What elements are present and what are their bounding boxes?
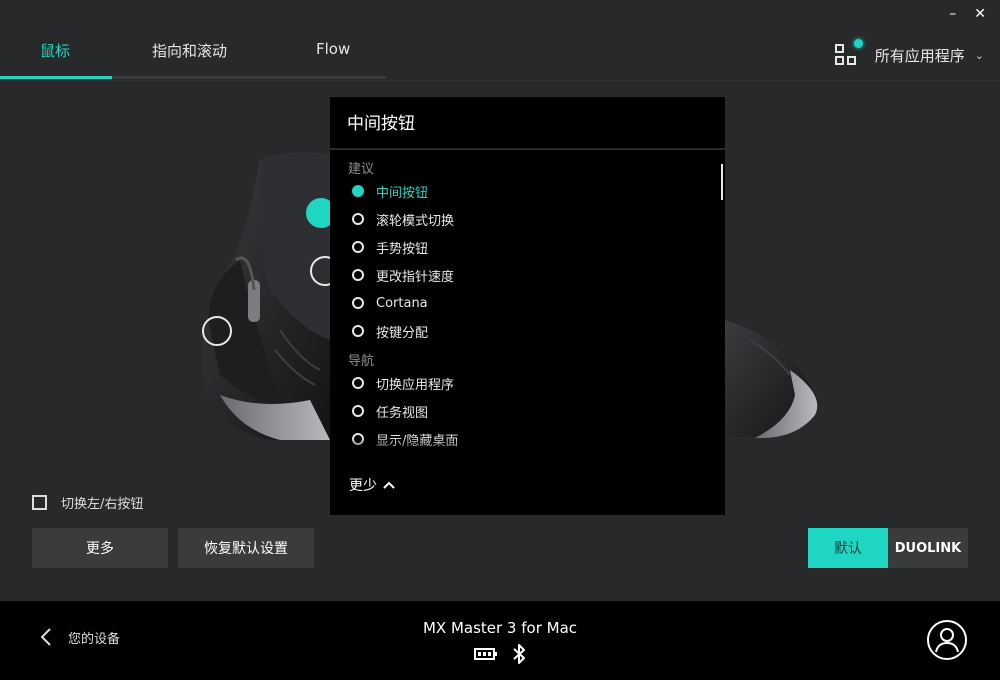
tab-point-scroll[interactable]: 指向和滚动 [112, 30, 272, 80]
duolink-button[interactable]: DUOLINK [888, 528, 968, 568]
tab-active-indicator [0, 76, 112, 79]
option-task-view[interactable]: 任务视图 [348, 397, 717, 425]
option-label: 更改指针速度 [376, 269, 455, 285]
option-wheel-mode-toggle[interactable]: 滚轮模式切换 [348, 205, 717, 233]
swap-buttons-checkbox[interactable] [32, 495, 47, 510]
radio-icon [352, 377, 364, 389]
device-name: MX Master 3 for Mac [422, 619, 578, 637]
chevron-down-icon: ⌄ [974, 48, 984, 62]
restore-defaults-button[interactable]: 恢复默认设置 [178, 528, 314, 568]
option-gesture-button[interactable]: 手势按钮 [348, 233, 717, 261]
radio-icon [352, 213, 364, 225]
radio-icon [352, 405, 364, 417]
section-label-navigation: 导航 [348, 354, 375, 369]
show-less-label: 更少 [349, 478, 377, 494]
user-icon [927, 620, 967, 660]
radio-icon [352, 325, 364, 337]
radio-icon [352, 241, 364, 253]
notification-dot [853, 39, 863, 48]
close-button[interactable]: ✕ [974, 4, 986, 24]
default-button[interactable]: 默认 [808, 528, 888, 568]
option-label: Cortana [376, 295, 428, 311]
header-divider [0, 80, 1000, 81]
popup-scrollbar[interactable] [721, 164, 723, 200]
radio-selected-icon [352, 185, 364, 197]
option-keystroke-assignment[interactable]: 按键分配 [348, 317, 717, 345]
radio-icon [352, 297, 364, 309]
list-fade [330, 437, 717, 461]
footer-bar: 您的设备 MX Master 3 for Mac [0, 601, 1000, 680]
account-button[interactable] [926, 619, 968, 665]
section-label-suggestions: 建议 [348, 162, 375, 177]
option-middle-button[interactable]: 中间按钮 [348, 177, 717, 205]
battery-icon [474, 648, 497, 660]
swap-buttons-label: 切换左/右按钮 [61, 497, 144, 512]
more-button[interactable]: 更多 [32, 528, 168, 568]
chevron-up-icon [383, 481, 395, 489]
app-selector[interactable]: 所有应用程序 ⌄ [834, 39, 984, 66]
minimize-button[interactable]: – [949, 4, 956, 24]
side-button-hotspot[interactable] [202, 316, 232, 346]
popup-title: 中间按钮 [330, 97, 725, 150]
bluetooth-icon [513, 644, 525, 664]
tab-mouse[interactable]: 鼠标 [0, 30, 112, 80]
tab-bar: 鼠标 指向和滚动 Flow [0, 30, 386, 80]
action-list[interactable]: 建议 中间按钮 滚轮模式切换 手势按钮 更改指针速度 Cortana 按键分配 … [330, 153, 717, 458]
option-label: 手势按钮 [376, 241, 429, 257]
grid-icon [834, 39, 863, 66]
show-less-button[interactable]: 更少 [349, 475, 395, 495]
option-label: 任务视图 [376, 405, 429, 421]
option-cortana[interactable]: Cortana [348, 289, 717, 317]
option-switch-apps[interactable]: 切换应用程序 [348, 369, 717, 397]
radio-icon [352, 269, 364, 281]
option-pointer-speed[interactable]: 更改指针速度 [348, 261, 717, 289]
tab-flow[interactable]: Flow [272, 30, 386, 80]
window-controls: – ✕ [949, 4, 986, 24]
option-label: 按键分配 [376, 325, 429, 341]
app-selector-label: 所有应用程序 [874, 46, 965, 65]
swap-buttons-option[interactable]: 切换左/右按钮 [32, 493, 143, 512]
option-label: 中间按钮 [376, 185, 429, 201]
action-popup: 中间按钮 建议 中间按钮 滚轮模式切换 手势按钮 更改指针速度 Cortana … [330, 97, 725, 515]
device-status [474, 643, 526, 665]
option-label: 切换应用程序 [376, 377, 455, 393]
option-label: 滚轮模式切换 [376, 213, 455, 229]
